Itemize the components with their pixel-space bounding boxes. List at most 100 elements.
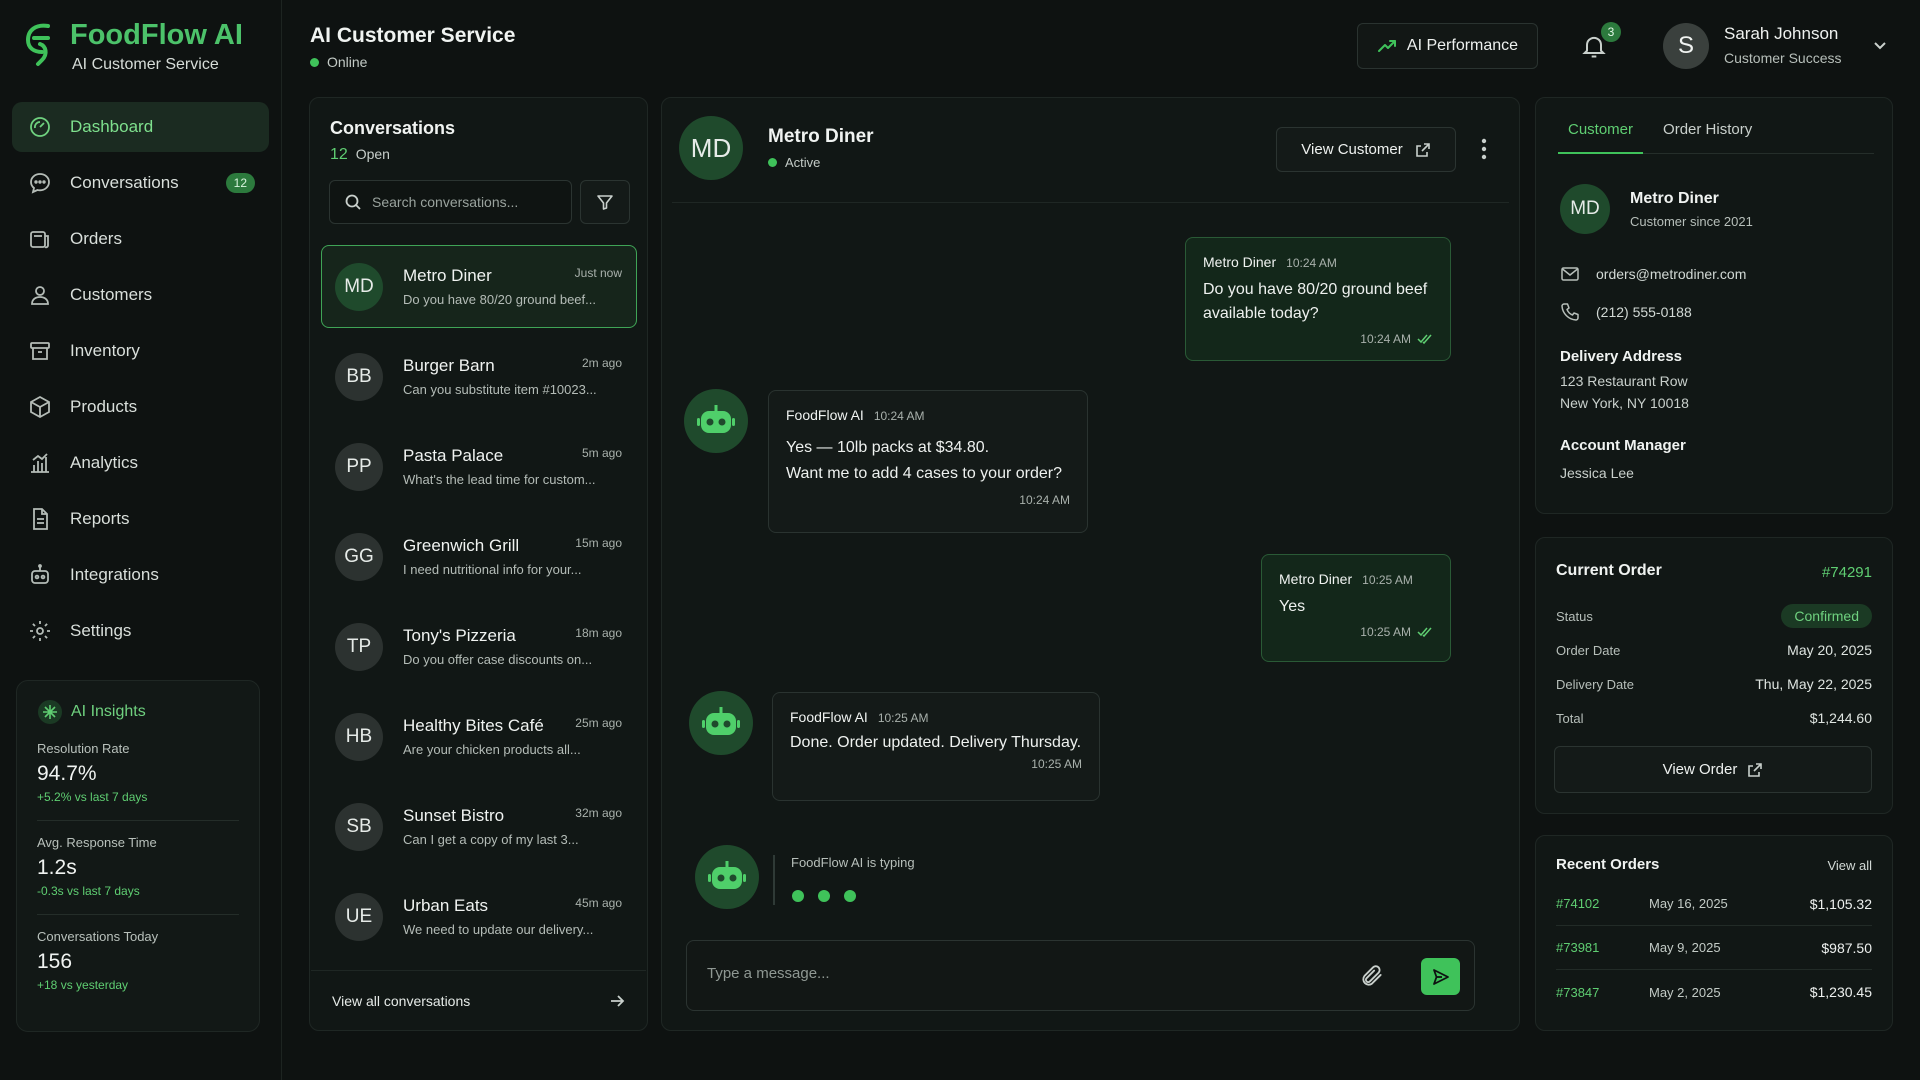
conversation-name: Sunset Bistro [403, 806, 505, 825]
order-amount: $987.50 [1821, 939, 1872, 956]
robot-icon [702, 707, 740, 739]
message-header: FoodFlow AI 10:25 AM [790, 709, 1082, 725]
sidebar-item-orders[interactable]: Orders [12, 214, 269, 264]
conversation-preview: What's the lead time for custom... [403, 472, 596, 487]
sidebar-item-products[interactable]: Products [12, 382, 269, 432]
avatar: MD [335, 263, 383, 311]
sidebar-item-label: Conversations [70, 173, 179, 192]
brand[interactable]: FoodFlow AI AI Customer Service [22, 20, 243, 74]
message-bubble-ai: FoodFlow AI 10:25 AM Done. Order updated… [772, 692, 1100, 801]
tab-order-history[interactable]: Order History [1653, 116, 1762, 154]
message-time: 10:25 AM [1362, 573, 1413, 587]
conversation-item-greenwich-grill[interactable]: GG Greenwich Grill 15m ago I need nutrit… [321, 515, 637, 598]
message-input[interactable] [707, 965, 1327, 982]
conversations-title: Conversations [330, 118, 456, 138]
status-badge: Confirmed [1781, 604, 1872, 628]
view-order-button[interactable]: View Order [1554, 746, 1872, 793]
metric-delta: +5.2% vs last 7 days [37, 790, 148, 804]
sidebar-item-dashboard[interactable]: Dashboard [12, 102, 269, 152]
user-name[interactable]: Sarah Johnson [1724, 24, 1838, 44]
message-time: 10:24 AM [1286, 256, 1337, 270]
conversation-item-healthy-bites[interactable]: HB Healthy Bites Café 25m ago Are your c… [321, 695, 637, 778]
sidebar-item-conversations[interactable]: Conversations 12 [12, 158, 269, 208]
conversation-item-urban-eats[interactable]: UE Urban Eats 45m ago We need to update … [321, 875, 637, 958]
page-status-label: Online [327, 54, 368, 70]
message-body: Yes [1279, 595, 1433, 619]
message-header: Metro Diner 10:24 AM [1203, 254, 1433, 270]
message-sender: FoodFlow AI [790, 709, 868, 725]
delivery-address-line1: 123 Restaurant Row [1560, 373, 1688, 389]
ai-insights-header: AI Insights [37, 699, 239, 725]
sidebar-item-label: Dashboard [70, 117, 154, 136]
message-header: Metro Diner 10:25 AM [1279, 571, 1433, 587]
table-row[interactable]: #74102 May 16, 2025 $1,105.32 [1556, 882, 1872, 926]
search-input[interactable] [372, 194, 552, 210]
user-role: Customer Success [1724, 50, 1842, 66]
recent-orders-panel: Recent Orders View all #74102 May 16, 20… [1535, 835, 1893, 1031]
typing-dot [792, 890, 804, 902]
user-avatar[interactable]: S [1663, 23, 1709, 69]
table-row[interactable]: #73981 May 9, 2025 $987.50 [1556, 926, 1872, 970]
order-row-value: May 20, 2025 [1787, 642, 1872, 658]
send-icon [1432, 968, 1450, 986]
sidebar-item-settings[interactable]: Settings [12, 606, 269, 656]
paperclip-icon[interactable] [1359, 963, 1385, 989]
order-id: #74102 [1556, 896, 1600, 911]
typing-indicator-label: FoodFlow AI is typing [791, 855, 915, 870]
recent-orders-view-all[interactable]: View all [1827, 858, 1872, 873]
message-line: Yes [1279, 598, 1306, 615]
typing-dot [818, 890, 830, 902]
filter-button[interactable] [580, 180, 630, 224]
chat-icon [28, 171, 52, 195]
view-all-conversations-link[interactable]: View all conversations [311, 970, 646, 1030]
sidebar-item-label: Integrations [70, 565, 159, 584]
customer-email[interactable]: orders@metrodiner.com [1596, 266, 1746, 282]
conversations-panel: Conversations 12 Open MD Metro Diner Jus… [309, 97, 648, 1031]
conversation-item-pasta-palace[interactable]: PP Pasta Palace 5m ago What's the lead t… [321, 425, 637, 508]
external-link-icon [1747, 762, 1763, 778]
conversation-item-metro-diner[interactable]: MD Metro Diner Just now Do you have 80/2… [321, 245, 637, 328]
sparkle-icon [37, 699, 63, 725]
conversation-item-tonys-pizzeria[interactable]: TP Tony's Pizzeria 18m ago Do you offer … [321, 605, 637, 688]
conversation-name: Metro Diner [403, 266, 492, 285]
chat-panel: MD Metro Diner Active View Customer Metr… [661, 97, 1520, 1031]
message-sent-time: 10:24 AM [1360, 332, 1411, 346]
metric-value: 94.7% [37, 762, 97, 785]
sidebar-item-analytics[interactable]: Analytics [12, 438, 269, 488]
account-manager-label: Account Manager [1560, 437, 1686, 454]
account-manager-name: Jessica Lee [1560, 465, 1634, 481]
view-customer-button[interactable]: View Customer [1276, 127, 1456, 172]
conversation-item-burger-barn[interactable]: BB Burger Barn 2m ago Can you substitute… [321, 335, 637, 418]
sidebar-item-label: Orders [70, 229, 122, 248]
conversation-time: 32m ago [575, 806, 622, 820]
more-options-icon[interactable] [1474, 136, 1494, 162]
send-button[interactable] [1421, 958, 1460, 995]
sidebar-item-label: Analytics [70, 453, 139, 472]
sidebar-item-reports[interactable]: Reports [12, 494, 269, 544]
conversation-time: 15m ago [575, 536, 622, 550]
chat-status: Active [768, 155, 820, 170]
conversation-time: 45m ago [575, 896, 622, 910]
sidebar-item-inventory[interactable]: Inventory [12, 326, 269, 376]
delivery-address-line2: New York, NY 10018 [1560, 395, 1689, 411]
conversation-preview: Do you offer case discounts on... [403, 652, 593, 667]
tab-customer[interactable]: Customer [1558, 116, 1644, 154]
open-count: 12 Open [330, 146, 390, 164]
sidebar-item-customers[interactable]: Customers [12, 270, 269, 320]
message-bubble-user: Metro Diner 10:24 AM Do you have 80/20 g… [1185, 237, 1451, 361]
conversations-count-badge: 12 [225, 173, 255, 193]
conversation-list: MD Metro Diner Just now Do you have 80/2… [321, 245, 637, 965]
filter-icon [596, 193, 614, 211]
order-row-value: $1,244.60 [1809, 710, 1872, 726]
sidebar-item-integrations[interactable]: Integrations [12, 550, 269, 600]
chevron-down-icon[interactable] [1871, 36, 1889, 54]
conversation-item-sunset-bistro[interactable]: SB Sunset Bistro 32m ago Can I get a cop… [321, 785, 637, 868]
search-icon [344, 193, 362, 211]
ai-performance-button[interactable]: AI Performance [1357, 23, 1538, 69]
current-order-number[interactable]: #74291 [1822, 564, 1872, 581]
avatar: HB [335, 713, 383, 761]
customer-phone[interactable]: (212) 555-0188 [1596, 304, 1692, 320]
message-body: Yes — 10lb packs at $34.80. Want me to a… [786, 435, 1070, 487]
table-row[interactable]: #73847 May 2, 2025 $1,230.45 [1556, 970, 1872, 1014]
brand-logo-icon [22, 20, 58, 74]
